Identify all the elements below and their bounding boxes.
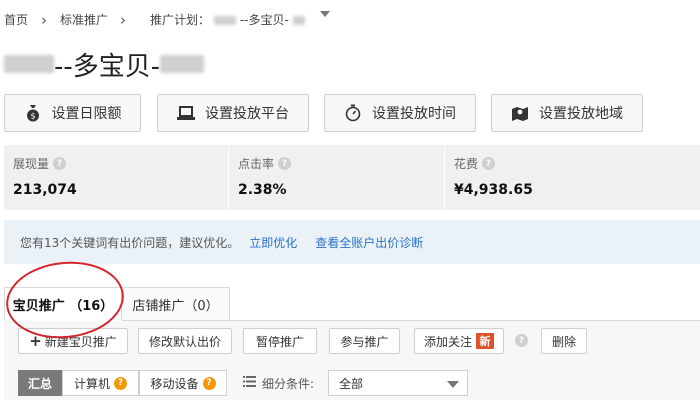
plus-icon: +: [29, 332, 42, 350]
redacted-text: [160, 55, 205, 73]
page-title-text: --多宝贝-: [54, 51, 161, 82]
button-label: 添加关注: [423, 334, 472, 349]
new-item-promotion-button[interactable]: + 新建宝贝推广: [18, 328, 128, 354]
delete-button[interactable]: 删除: [541, 328, 587, 354]
button-label: 设置投放地域: [539, 106, 623, 122]
dropdown-caret-icon[interactable]: [320, 11, 330, 17]
filter-label-text: 细分条件:: [262, 376, 315, 391]
join-promotion-button[interactable]: 参与推广: [329, 328, 400, 354]
help-icon[interactable]: ?: [515, 334, 528, 347]
segment-label: 计算机: [73, 376, 110, 391]
set-region-button[interactable]: 设置投放地域: [491, 94, 643, 132]
button-label: 设置投放平台: [205, 106, 289, 122]
segment-summary[interactable]: 汇总: [18, 370, 62, 396]
bid-notice-bar: 您有13个关键词有出价问题，建议优化。 立即优化 查看全账户出价诊断: [4, 220, 700, 264]
stat-ctr: 点击率 ? 2.38%: [229, 145, 444, 210]
redacted-text: [214, 16, 236, 25]
redacted-text: [4, 55, 54, 73]
button-label: 设置投放时间: [372, 106, 456, 122]
stats-panel: 展现量 ? 213,074 点击率 ? 2.38% 花费 ? ¥4,938.65: [4, 145, 700, 210]
stat-label: 点击率: [238, 157, 275, 171]
button-label: 设置日限额: [51, 106, 122, 122]
page-title: --多宝贝-: [4, 44, 205, 84]
money-bag-icon: $: [24, 104, 42, 122]
warning-icon[interactable]: ?: [114, 376, 127, 390]
stat-impressions: 展现量 ? 213,074: [4, 145, 228, 210]
segment-mobile[interactable]: 移动设备 ?: [139, 370, 227, 396]
optimize-now-link[interactable]: 立即优化: [249, 234, 297, 251]
breadcrumb-home[interactable]: 首页: [4, 11, 28, 28]
stopwatch-icon: [344, 104, 362, 122]
stat-cost: 花费 ? ¥4,938.65: [445, 145, 700, 210]
stat-label: 花费: [454, 157, 479, 171]
breadcrumb-plan-name[interactable]: --多宝贝-: [214, 11, 305, 28]
filter-label: 细分条件:: [243, 370, 314, 396]
add-follow-button[interactable]: 添加关注 新: [414, 328, 504, 354]
tab-shop-promotion[interactable]: 店铺推广（0）: [122, 287, 230, 321]
notice-text: 您有13个关键词有出价问题，建议优化。: [20, 235, 240, 250]
stat-value: 2.38%: [238, 182, 287, 198]
filter-select[interactable]: 全部: [328, 370, 468, 396]
new-badge: 新: [476, 333, 494, 349]
segment-computer[interactable]: 计算机 ?: [62, 370, 139, 396]
pause-promotion-button[interactable]: 暂停推广: [243, 328, 317, 354]
stat-value: ¥4,938.65: [454, 182, 533, 198]
tab-item-promotion[interactable]: 宝贝推广 （16）: [4, 287, 122, 321]
help-icon[interactable]: ?: [482, 157, 496, 170]
map-pin-icon: [511, 104, 529, 122]
help-icon[interactable]: ?: [53, 157, 67, 170]
svg-text:$: $: [30, 112, 35, 121]
modify-default-bid-button[interactable]: 修改默认出价: [138, 328, 232, 354]
set-platform-button[interactable]: 设置投放平台: [157, 94, 309, 132]
set-schedule-button[interactable]: 设置投放时间: [324, 94, 476, 132]
button-label: 新建宝贝推广: [44, 334, 117, 349]
breadcrumb-standard[interactable]: 标准推广: [60, 11, 108, 28]
breadcrumb-plan-label: 推广计划：: [150, 13, 211, 27]
stat-label: 展现量: [13, 157, 50, 171]
account-bid-diagnosis-link[interactable]: 查看全账户出价诊断: [315, 234, 423, 251]
stat-value: 213,074: [13, 182, 77, 198]
plan-name-text: --多宝贝-: [239, 13, 289, 27]
redacted-text: [292, 16, 305, 25]
help-icon[interactable]: ?: [278, 157, 292, 170]
set-daily-budget-button[interactable]: $ 设置日限额: [4, 94, 141, 132]
chevron-right-icon: ›: [41, 11, 47, 29]
chevron-down-icon: [447, 381, 459, 388]
filter-select-value: 全部: [339, 376, 364, 391]
warning-icon[interactable]: ?: [202, 376, 216, 390]
list-icon: [243, 376, 256, 390]
chevron-right-icon: ›: [120, 11, 126, 29]
laptop-icon: [177, 104, 195, 122]
segment-label: 移动设备: [150, 376, 199, 391]
